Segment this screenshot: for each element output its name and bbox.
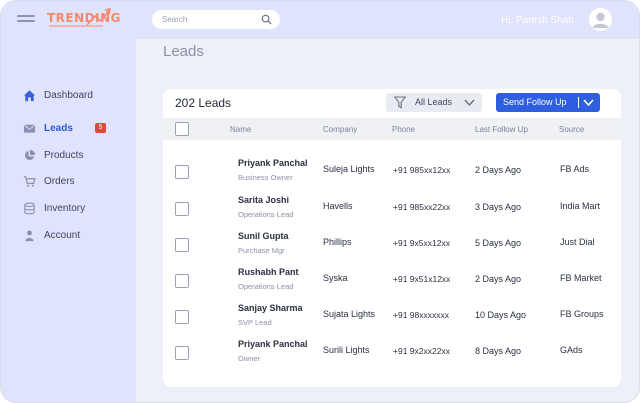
user-greeting: Hi, Paresh Shah (501, 15, 574, 26)
column-header-company[interactable]: Company (323, 125, 357, 134)
lead-role: SVP Lead (238, 318, 272, 327)
lead-name: Priyank Panchal (238, 158, 308, 168)
lead-last-follow-up: 3 Days Ago (475, 202, 522, 212)
lead-last-follow-up: 2 Days Ago (475, 165, 522, 175)
leads-card: 202 Leads All Leads Send Follow Up Name … (163, 89, 621, 387)
sidebar-item-label: Inventory (44, 202, 86, 214)
table-row[interactable]: Sanjay Sharma SVP Lead Sujata Lights +91… (163, 303, 621, 339)
lead-last-follow-up: 10 Days Ago (475, 310, 527, 320)
lead-role: Business Owner (238, 173, 293, 182)
lead-phone: +91 98xxxxxxx (393, 310, 449, 320)
table-row[interactable]: Sunil Gupta Purchase Mgr Phillips +91 9x… (163, 231, 621, 267)
table-header: Name Company Phone Last Follow Up Source (163, 118, 621, 140)
table-row[interactable]: Priyank Panchal Owner Surili Lights +91 … (163, 339, 621, 375)
logo: TRENDING (47, 7, 121, 27)
lead-phone: +91 9x5xx12xx (393, 238, 450, 248)
sidebar-item-leads[interactable]: Leads 5 (23, 120, 123, 136)
all-leads-filter[interactable]: All Leads (386, 93, 482, 112)
lead-name: Sanjay Sharma (238, 303, 303, 313)
lead-phone: +91 9x51x12xx (393, 274, 451, 284)
table-row[interactable]: Priyank Panchal Business Owner Suleja Li… (163, 158, 621, 194)
row-checkbox[interactable] (175, 165, 189, 179)
sidebar-item-account[interactable]: Account (23, 227, 123, 243)
avatar[interactable] (589, 8, 612, 31)
sidebar-item-inventory[interactable]: Inventory (23, 200, 123, 216)
lead-company: Sujata Lights (323, 309, 376, 319)
select-all-checkbox[interactable] (175, 122, 189, 136)
column-header-phone[interactable]: Phone (392, 125, 415, 134)
lead-source: India Mart (560, 201, 601, 211)
filter-label: All Leads (415, 97, 453, 107)
menu-icon[interactable] (17, 15, 35, 25)
lead-company: Havells (323, 201, 353, 211)
user-avatar-icon (589, 8, 612, 31)
chevron-down-icon (464, 99, 475, 107)
app-window: TRENDING Hi, Paresh Shah (0, 0, 640, 403)
column-header-name[interactable]: Name (230, 125, 251, 134)
chevron-down-icon[interactable] (583, 98, 594, 107)
lead-last-follow-up: 5 Days Ago (475, 238, 522, 248)
search-input[interactable] (162, 12, 254, 27)
lead-source: FB Market (560, 273, 602, 283)
user-icon (25, 229, 34, 241)
table-row[interactable]: Sarita Joshi Operations Lead Havells +91… (163, 195, 621, 231)
lead-source: GAds (560, 345, 583, 355)
sidebar-item-label: Dashboard (44, 89, 93, 101)
page-title: Leads (163, 43, 204, 60)
column-header-last-follow-up[interactable]: Last Follow Up (475, 125, 528, 134)
lead-name: Sarita Joshi (238, 195, 290, 205)
lead-last-follow-up: 2 Days Ago (475, 274, 522, 284)
row-checkbox[interactable] (175, 238, 189, 252)
mail-icon (23, 124, 36, 133)
home-icon (23, 89, 36, 101)
button-divider (578, 97, 579, 108)
lead-role: Operations Lead (238, 210, 294, 219)
sidebar-item-products[interactable]: Products (23, 147, 123, 163)
send-follow-up-button[interactable]: Send Follow Up (496, 93, 600, 112)
lead-source: FB Groups (560, 309, 604, 319)
sidebar-item-label: Leads (44, 122, 73, 134)
lead-source: FB Ads (560, 164, 590, 174)
search-icon[interactable] (261, 14, 272, 25)
sidebar: Dashboard Leads 5 Products Orders Invent… (1, 39, 136, 402)
lead-role: Owner (238, 354, 261, 363)
cart-icon (23, 175, 36, 187)
lead-role: Purchase Mgr (238, 246, 285, 255)
lead-company: Phillips (323, 237, 352, 247)
top-bar: TRENDING Hi, Paresh Shah (1, 1, 639, 39)
lead-last-follow-up: 8 Days Ago (475, 346, 522, 356)
lead-phone: +91 985xx12xx (393, 165, 451, 175)
row-checkbox[interactable] (175, 274, 189, 288)
lead-company: Surili Lights (323, 345, 370, 355)
leads-count-badge: 5 (95, 123, 106, 133)
leads-count: 202 Leads (175, 96, 232, 110)
lead-source: Just Dial (560, 237, 595, 247)
lead-phone: +91 985xx22xx (393, 202, 451, 212)
table-row[interactable]: Rushabh Pant Operations Lead Syska +91 9… (163, 267, 621, 303)
sidebar-item-label: Account (44, 229, 81, 241)
search-bar[interactable] (152, 10, 280, 29)
pie-chart-icon (24, 149, 36, 160)
sidebar-item-dashboard[interactable]: Dashboard (23, 87, 123, 103)
lead-name: Sunil Gupta (238, 231, 289, 241)
filter-icon (394, 96, 406, 109)
sidebar-item-label: Orders (44, 175, 75, 187)
row-checkbox[interactable] (175, 310, 189, 324)
sidebar-item-orders[interactable]: Orders (23, 173, 123, 189)
lead-name: Priyank Panchal (238, 339, 308, 349)
lead-name: Rushabh Pant (238, 267, 299, 277)
lead-phone: +91 9x2xx22xx (393, 346, 450, 356)
row-checkbox[interactable] (175, 346, 189, 360)
column-header-source[interactable]: Source (559, 125, 584, 134)
lead-company: Suleja Lights (323, 164, 375, 174)
sidebar-item-label: Products (44, 149, 84, 161)
lead-company: Syska (323, 273, 348, 283)
follow-up-label: Send Follow Up (503, 97, 567, 107)
database-icon (24, 202, 35, 214)
lead-role: Operations Lead (238, 282, 294, 291)
row-checkbox[interactable] (175, 202, 189, 216)
